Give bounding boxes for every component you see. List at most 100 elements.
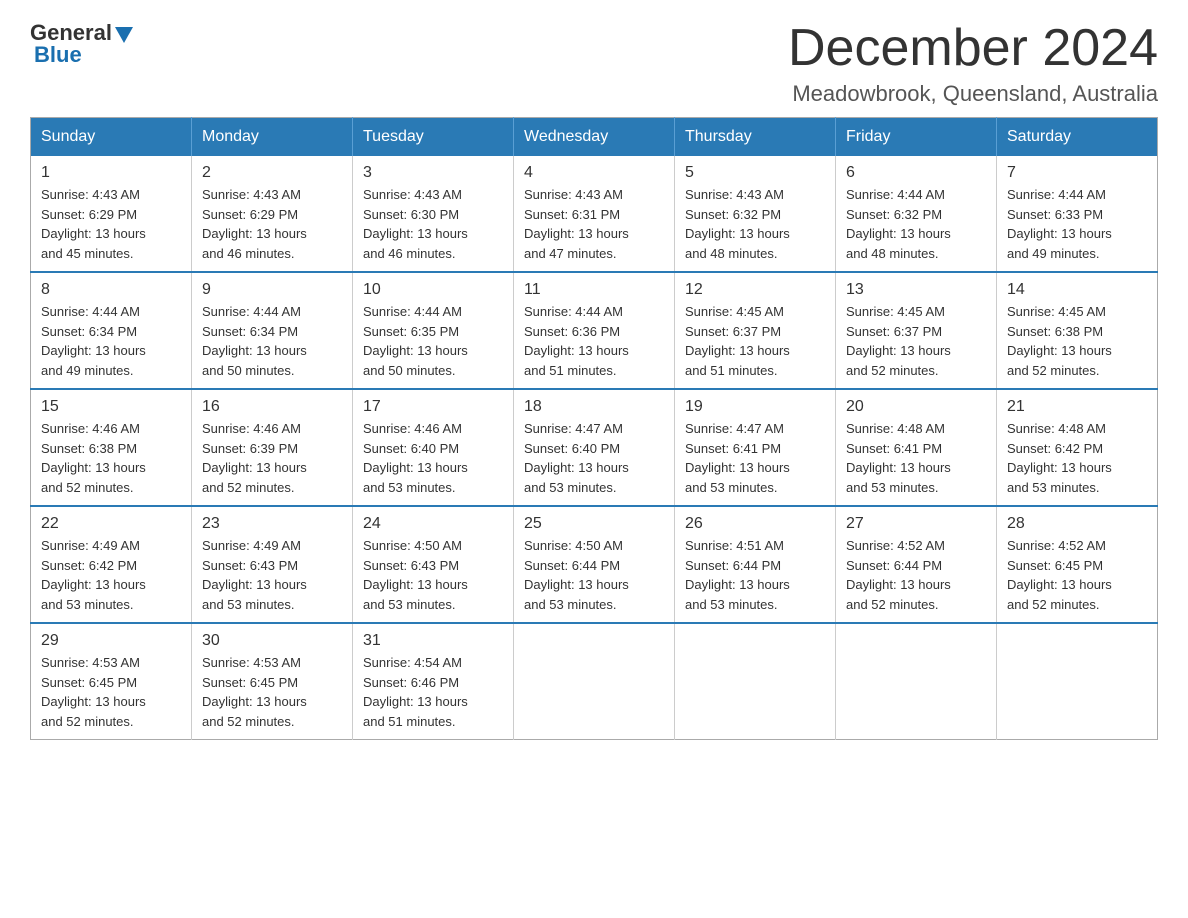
day-number: 31 — [363, 632, 503, 650]
calendar-day-cell: 18 Sunrise: 4:47 AMSunset: 6:40 PMDaylig… — [514, 389, 675, 506]
calendar-day-cell — [675, 623, 836, 740]
day-info: Sunrise: 4:51 AMSunset: 6:44 PMDaylight:… — [685, 536, 825, 614]
day-info: Sunrise: 4:45 AMSunset: 6:37 PMDaylight:… — [846, 302, 986, 380]
calendar-day-cell: 17 Sunrise: 4:46 AMSunset: 6:40 PMDaylig… — [353, 389, 514, 506]
day-number: 10 — [363, 281, 503, 299]
calendar-day-cell: 9 Sunrise: 4:44 AMSunset: 6:34 PMDayligh… — [192, 272, 353, 389]
weekday-header-tuesday: Tuesday — [353, 118, 514, 157]
day-number: 7 — [1007, 164, 1147, 182]
day-info: Sunrise: 4:50 AMSunset: 6:43 PMDaylight:… — [363, 536, 503, 614]
day-info: Sunrise: 4:44 AMSunset: 6:34 PMDaylight:… — [41, 302, 181, 380]
day-info: Sunrise: 4:54 AMSunset: 6:46 PMDaylight:… — [363, 653, 503, 731]
day-info: Sunrise: 4:50 AMSunset: 6:44 PMDaylight:… — [524, 536, 664, 614]
day-number: 15 — [41, 398, 181, 416]
weekday-header-row: SundayMondayTuesdayWednesdayThursdayFrid… — [31, 118, 1158, 157]
day-info: Sunrise: 4:49 AMSunset: 6:42 PMDaylight:… — [41, 536, 181, 614]
calendar-day-cell: 22 Sunrise: 4:49 AMSunset: 6:42 PMDaylig… — [31, 506, 192, 623]
day-number: 27 — [846, 515, 986, 533]
calendar-day-cell: 13 Sunrise: 4:45 AMSunset: 6:37 PMDaylig… — [836, 272, 997, 389]
day-info: Sunrise: 4:45 AMSunset: 6:38 PMDaylight:… — [1007, 302, 1147, 380]
day-info: Sunrise: 4:47 AMSunset: 6:41 PMDaylight:… — [685, 419, 825, 497]
day-number: 23 — [202, 515, 342, 533]
weekday-header-wednesday: Wednesday — [514, 118, 675, 157]
calendar-day-cell: 1 Sunrise: 4:43 AMSunset: 6:29 PMDayligh… — [31, 156, 192, 272]
day-info: Sunrise: 4:49 AMSunset: 6:43 PMDaylight:… — [202, 536, 342, 614]
day-info: Sunrise: 4:53 AMSunset: 6:45 PMDaylight:… — [41, 653, 181, 731]
calendar-day-cell: 16 Sunrise: 4:46 AMSunset: 6:39 PMDaylig… — [192, 389, 353, 506]
calendar-week-row: 15 Sunrise: 4:46 AMSunset: 6:38 PMDaylig… — [31, 389, 1158, 506]
calendar-week-row: 8 Sunrise: 4:44 AMSunset: 6:34 PMDayligh… — [31, 272, 1158, 389]
calendar-day-cell: 21 Sunrise: 4:48 AMSunset: 6:42 PMDaylig… — [997, 389, 1158, 506]
weekday-header-friday: Friday — [836, 118, 997, 157]
day-info: Sunrise: 4:46 AMSunset: 6:40 PMDaylight:… — [363, 419, 503, 497]
calendar-day-cell: 5 Sunrise: 4:43 AMSunset: 6:32 PMDayligh… — [675, 156, 836, 272]
day-number: 13 — [846, 281, 986, 299]
calendar-day-cell: 6 Sunrise: 4:44 AMSunset: 6:32 PMDayligh… — [836, 156, 997, 272]
day-info: Sunrise: 4:43 AMSunset: 6:30 PMDaylight:… — [363, 185, 503, 263]
day-number: 19 — [685, 398, 825, 416]
day-number: 16 — [202, 398, 342, 416]
page-header: General Blue December 2024 Meadowbrook, … — [30, 20, 1158, 107]
day-number: 21 — [1007, 398, 1147, 416]
calendar-day-cell: 31 Sunrise: 4:54 AMSunset: 6:46 PMDaylig… — [353, 623, 514, 740]
day-info: Sunrise: 4:48 AMSunset: 6:41 PMDaylight:… — [846, 419, 986, 497]
calendar-day-cell: 19 Sunrise: 4:47 AMSunset: 6:41 PMDaylig… — [675, 389, 836, 506]
day-number: 26 — [685, 515, 825, 533]
calendar-week-row: 1 Sunrise: 4:43 AMSunset: 6:29 PMDayligh… — [31, 156, 1158, 272]
day-number: 22 — [41, 515, 181, 533]
day-info: Sunrise: 4:52 AMSunset: 6:45 PMDaylight:… — [1007, 536, 1147, 614]
day-info: Sunrise: 4:43 AMSunset: 6:29 PMDaylight:… — [202, 185, 342, 263]
calendar-day-cell — [514, 623, 675, 740]
day-info: Sunrise: 4:44 AMSunset: 6:32 PMDaylight:… — [846, 185, 986, 263]
calendar-table: SundayMondayTuesdayWednesdayThursdayFrid… — [30, 117, 1158, 740]
day-number: 24 — [363, 515, 503, 533]
day-number: 30 — [202, 632, 342, 650]
calendar-subtitle: Meadowbrook, Queensland, Australia — [788, 81, 1158, 107]
weekday-header-saturday: Saturday — [997, 118, 1158, 157]
day-number: 3 — [363, 164, 503, 182]
day-number: 4 — [524, 164, 664, 182]
day-number: 6 — [846, 164, 986, 182]
day-number: 9 — [202, 281, 342, 299]
day-info: Sunrise: 4:44 AMSunset: 6:35 PMDaylight:… — [363, 302, 503, 380]
day-info: Sunrise: 4:44 AMSunset: 6:36 PMDaylight:… — [524, 302, 664, 380]
day-number: 29 — [41, 632, 181, 650]
calendar-day-cell: 29 Sunrise: 4:53 AMSunset: 6:45 PMDaylig… — [31, 623, 192, 740]
calendar-week-row: 29 Sunrise: 4:53 AMSunset: 6:45 PMDaylig… — [31, 623, 1158, 740]
logo: General Blue — [30, 20, 137, 68]
calendar-day-cell: 25 Sunrise: 4:50 AMSunset: 6:44 PMDaylig… — [514, 506, 675, 623]
day-number: 25 — [524, 515, 664, 533]
day-info: Sunrise: 4:44 AMSunset: 6:34 PMDaylight:… — [202, 302, 342, 380]
day-number: 28 — [1007, 515, 1147, 533]
calendar-day-cell: 20 Sunrise: 4:48 AMSunset: 6:41 PMDaylig… — [836, 389, 997, 506]
calendar-day-cell: 23 Sunrise: 4:49 AMSunset: 6:43 PMDaylig… — [192, 506, 353, 623]
calendar-day-cell: 28 Sunrise: 4:52 AMSunset: 6:45 PMDaylig… — [997, 506, 1158, 623]
calendar-week-row: 22 Sunrise: 4:49 AMSunset: 6:42 PMDaylig… — [31, 506, 1158, 623]
weekday-header-thursday: Thursday — [675, 118, 836, 157]
day-info: Sunrise: 4:48 AMSunset: 6:42 PMDaylight:… — [1007, 419, 1147, 497]
day-info: Sunrise: 4:44 AMSunset: 6:33 PMDaylight:… — [1007, 185, 1147, 263]
calendar-day-cell — [836, 623, 997, 740]
day-number: 14 — [1007, 281, 1147, 299]
day-number: 8 — [41, 281, 181, 299]
logo-triangle-icon — [115, 23, 137, 45]
day-number: 5 — [685, 164, 825, 182]
day-number: 11 — [524, 281, 664, 299]
calendar-day-cell: 27 Sunrise: 4:52 AMSunset: 6:44 PMDaylig… — [836, 506, 997, 623]
calendar-day-cell: 8 Sunrise: 4:44 AMSunset: 6:34 PMDayligh… — [31, 272, 192, 389]
calendar-day-cell: 10 Sunrise: 4:44 AMSunset: 6:35 PMDaylig… — [353, 272, 514, 389]
day-info: Sunrise: 4:43 AMSunset: 6:31 PMDaylight:… — [524, 185, 664, 263]
day-info: Sunrise: 4:46 AMSunset: 6:38 PMDaylight:… — [41, 419, 181, 497]
day-number: 12 — [685, 281, 825, 299]
calendar-title: December 2024 — [788, 20, 1158, 77]
day-number: 1 — [41, 164, 181, 182]
day-number: 17 — [363, 398, 503, 416]
calendar-day-cell: 15 Sunrise: 4:46 AMSunset: 6:38 PMDaylig… — [31, 389, 192, 506]
calendar-day-cell: 11 Sunrise: 4:44 AMSunset: 6:36 PMDaylig… — [514, 272, 675, 389]
calendar-day-cell: 30 Sunrise: 4:53 AMSunset: 6:45 PMDaylig… — [192, 623, 353, 740]
day-info: Sunrise: 4:43 AMSunset: 6:29 PMDaylight:… — [41, 185, 181, 263]
day-info: Sunrise: 4:43 AMSunset: 6:32 PMDaylight:… — [685, 185, 825, 263]
calendar-day-cell: 4 Sunrise: 4:43 AMSunset: 6:31 PMDayligh… — [514, 156, 675, 272]
logo-blue-text: Blue — [34, 42, 82, 68]
calendar-day-cell: 14 Sunrise: 4:45 AMSunset: 6:38 PMDaylig… — [997, 272, 1158, 389]
